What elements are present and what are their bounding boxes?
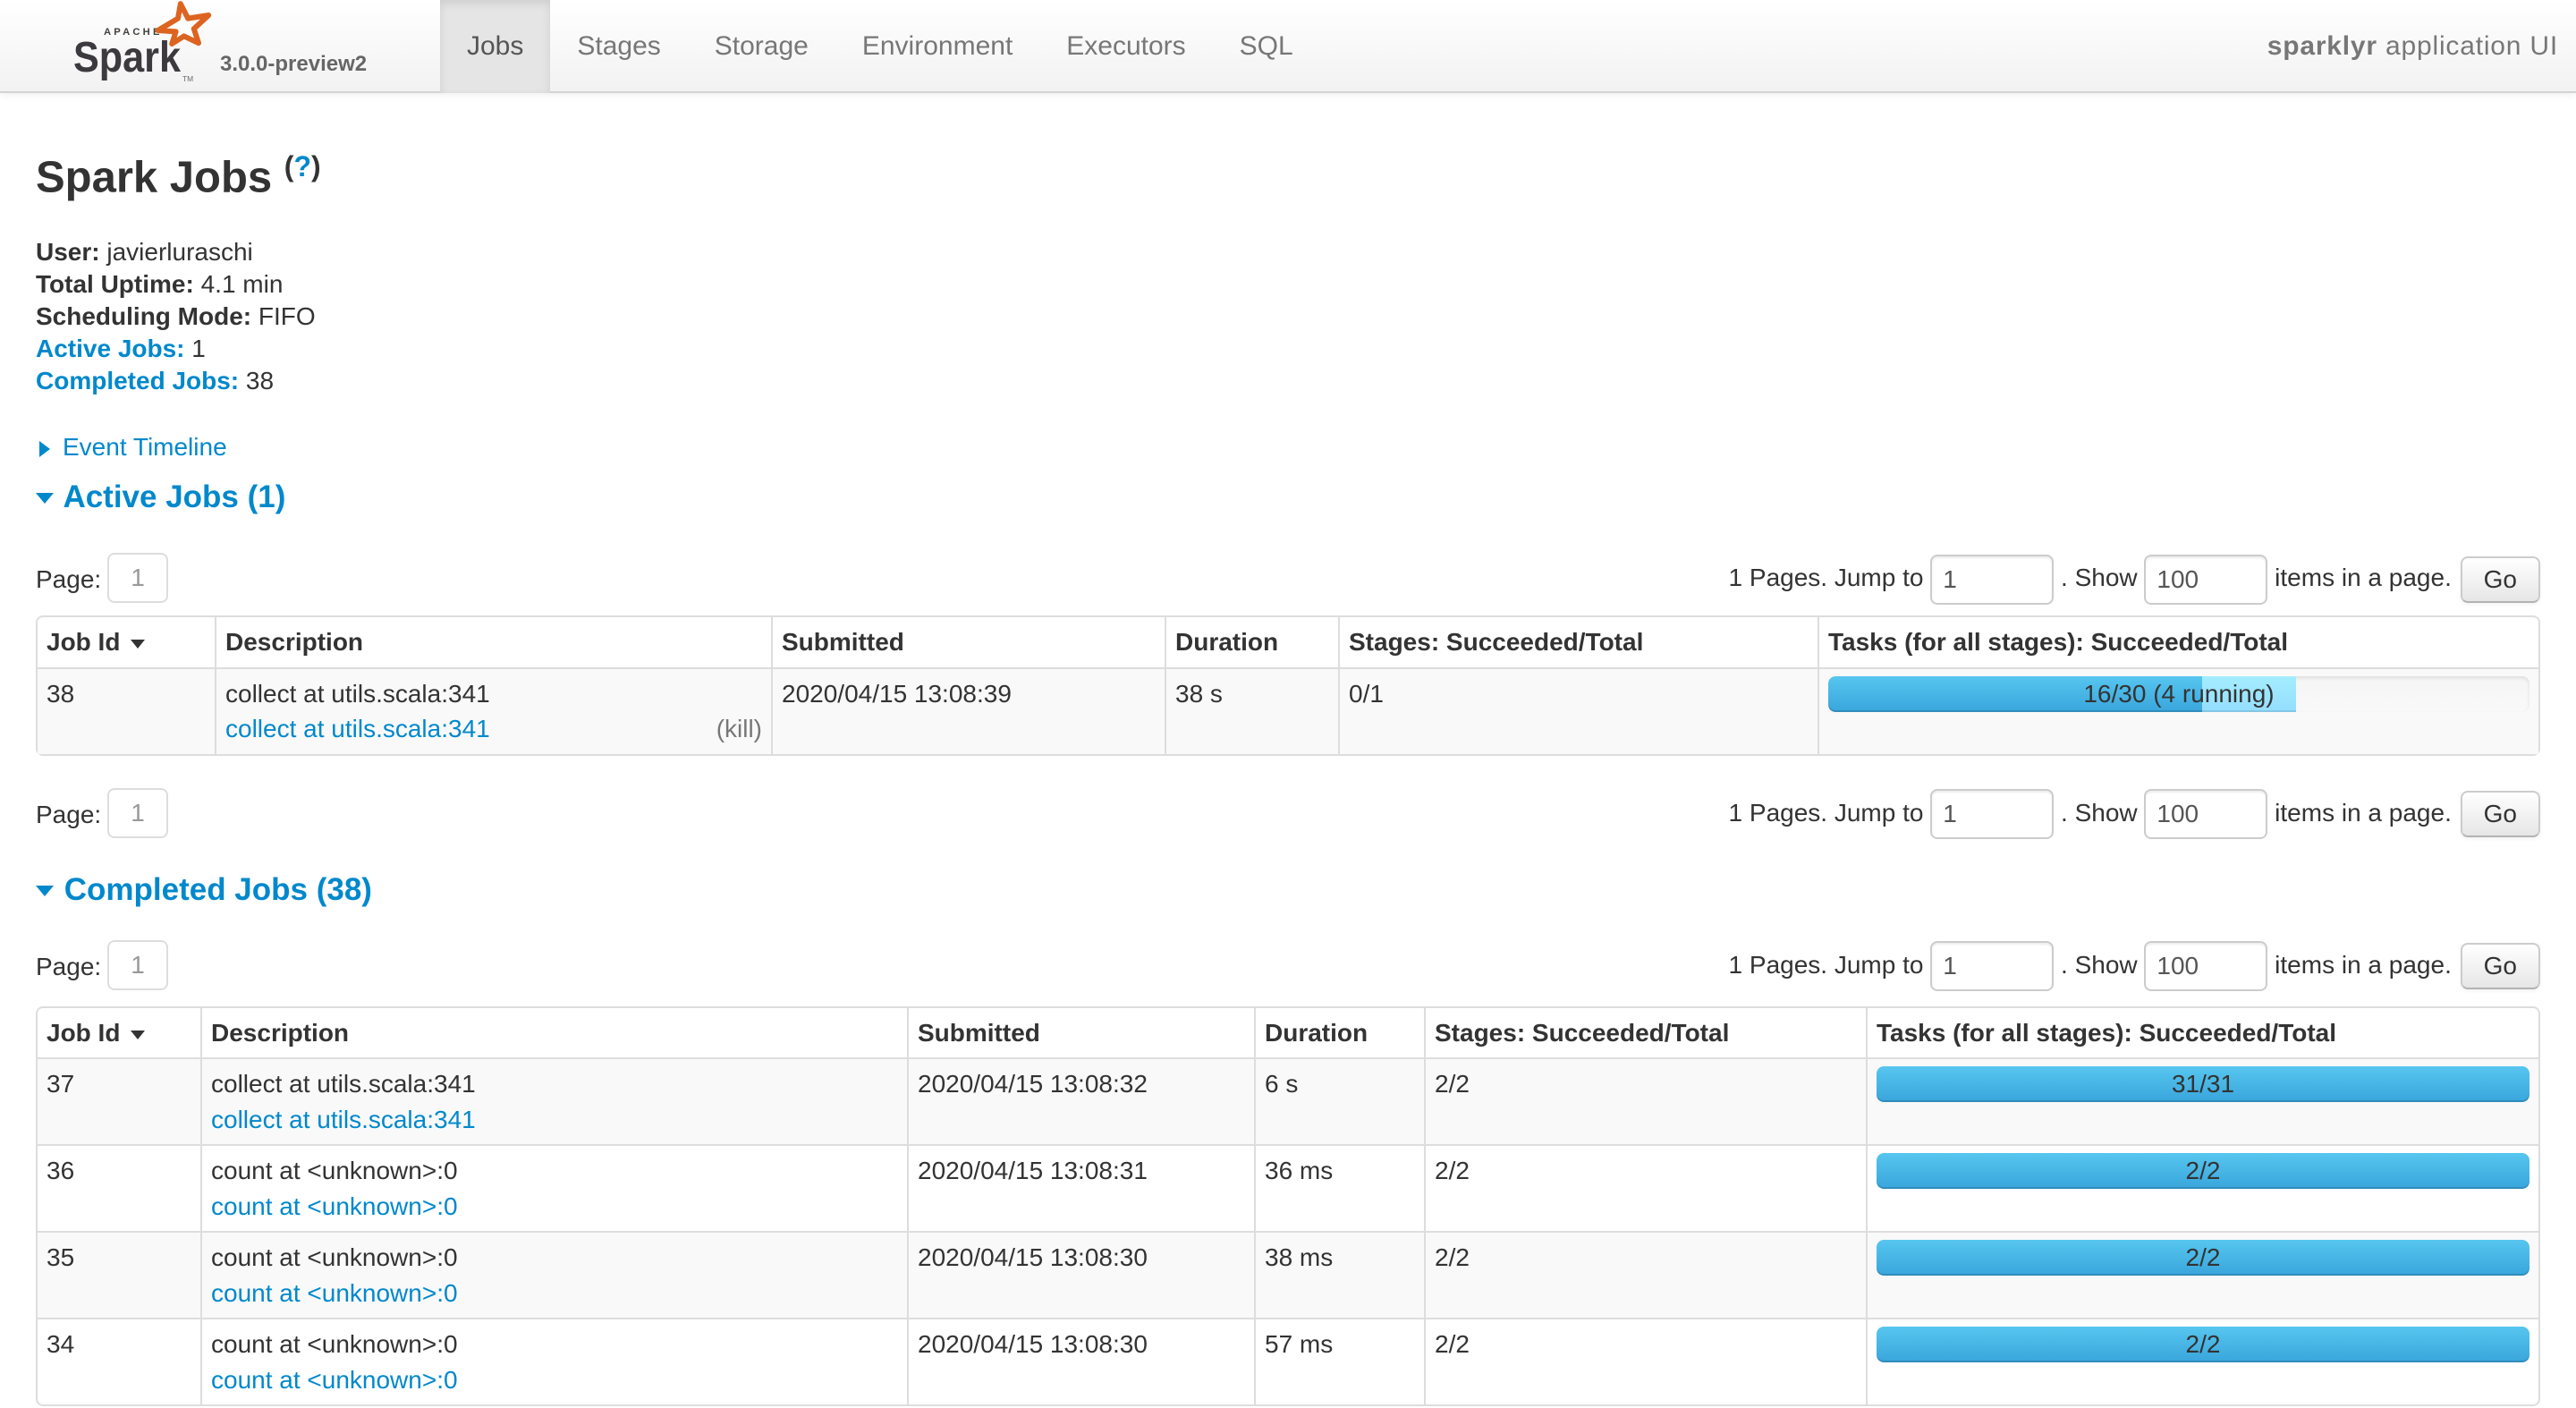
svg-text:TM: TM [182,74,193,83]
svg-text:Spark: Spark [73,34,181,81]
